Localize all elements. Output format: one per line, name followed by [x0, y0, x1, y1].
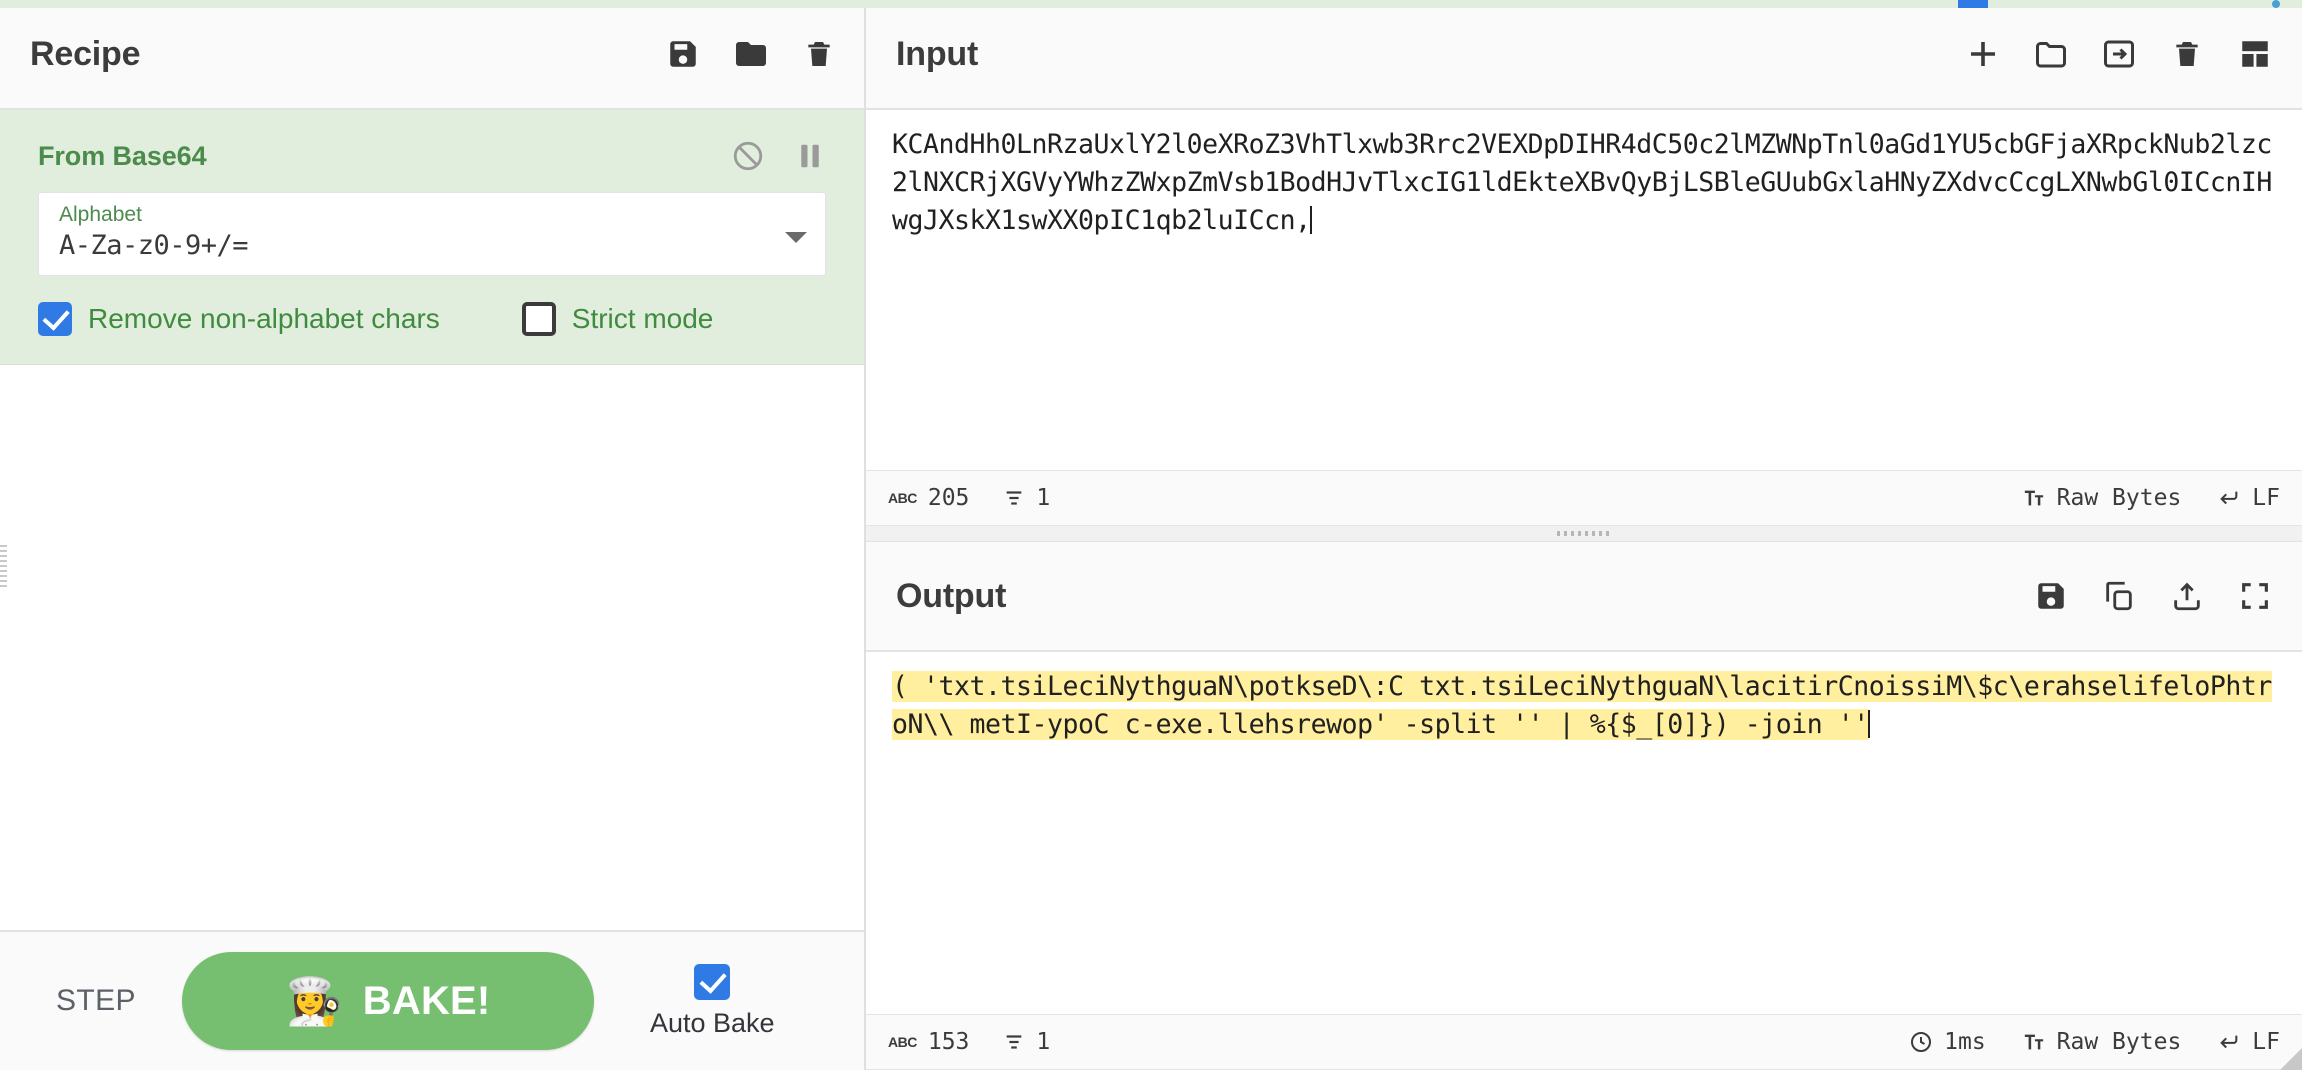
alphabet-field[interactable]: Alphabet A-Za-z0-9+/= [38, 192, 826, 276]
open-folder-as-input-icon[interactable] [2032, 35, 2070, 73]
input-status-right: Raw Bytes LF [1986, 485, 2280, 511]
bake-time-icon [1909, 1030, 1933, 1054]
load-recipe-icon[interactable] [732, 35, 770, 73]
input-length-group: ABC 205 [888, 485, 969, 511]
input-length-value: 205 [927, 485, 970, 511]
resize-corner[interactable] [2280, 1048, 2302, 1070]
output-lines-group: 1 [1003, 1029, 1050, 1055]
add-input-tab-icon[interactable] [1964, 35, 2002, 73]
input-encoding-value: Raw Bytes [2056, 485, 2182, 511]
alphabet-value[interactable]: A-Za-z0-9+/= [59, 230, 771, 261]
active-tab-indicator [1958, 0, 1988, 8]
auto-bake-checkbox[interactable]: Auto Bake [649, 963, 775, 1039]
clear-input-icon[interactable] [2168, 35, 2206, 73]
io-splitter[interactable] [866, 526, 2302, 542]
maximise-output-icon[interactable] [2236, 577, 2274, 615]
reset-pane-layout-icon[interactable] [2236, 35, 2274, 73]
line-ending-icon [2217, 487, 2241, 509]
character-count-icon: ABC [888, 1034, 917, 1050]
output-timing-group: 1ms [1909, 1029, 1986, 1055]
clear-recipe-icon[interactable] [800, 35, 838, 73]
output-eol-group[interactable]: LF [2217, 1029, 2280, 1055]
line-count-icon [1003, 1031, 1025, 1053]
output-lines-value: 1 [1036, 1029, 1051, 1055]
operation-name: From Base64 [38, 140, 207, 171]
output-cursor [1867, 710, 1870, 738]
line-ending-icon [2217, 1031, 2241, 1053]
io-pane: Input KCAndHh0LnRzaUxlY2l0eXRoZ3VhTlxwb3… [866, 0, 2302, 1070]
recipe-pane: Recipe From Base64 Alphabet A-Za-z0-9+/=… [0, 0, 866, 1070]
output-section: Output ( 'txt.tsiLeciNythguaN\potkseD\:C… [866, 542, 2302, 1070]
auto-bake-label: Auto Bake [649, 1007, 775, 1038]
pane-resize-grip[interactable] [0, 545, 7, 587]
save-recipe-icon[interactable] [664, 35, 702, 73]
strict-mode-checkbox[interactable]: Strict mode [521, 302, 714, 336]
info-icon[interactable] [2272, 0, 2280, 8]
character-encoding-icon [2022, 487, 2046, 509]
bake-button-label: BAKE! [362, 978, 491, 1023]
input-editor[interactable]: KCAndHh0LnRzaUxlY2l0eXRoZ3VhTlxwb3Rrc2VE… [866, 110, 2302, 470]
input-text[interactable]: KCAndHh0LnRzaUxlY2l0eXRoZ3VhTlxwb3Rrc2VE… [892, 126, 2280, 240]
output-timing-value: 1ms [1944, 1029, 1986, 1055]
output-length-group: ABC 153 [888, 1029, 969, 1055]
strict-mode-label: Strict mode [571, 303, 714, 334]
output-header: Output [866, 542, 2302, 652]
recipe-operation-list[interactable]: From Base64 Alphabet A-Za-z0-9+/= Remove… [0, 110, 864, 930]
input-text-value: KCAndHh0LnRzaUxlY2l0eXRoZ3VhTlxwb3Rrc2VE… [892, 129, 2272, 236]
copy-output-icon[interactable] [2100, 577, 2138, 615]
output-header-icons [2032, 577, 2274, 615]
disable-operation-icon[interactable] [728, 136, 768, 176]
window-top-strip [0, 0, 2302, 8]
output-status-right: 1ms Raw Bytes LF [1873, 1029, 2280, 1055]
pause-breakpoint-icon[interactable] [790, 136, 830, 176]
input-section: Input KCAndHh0LnRzaUxlY2l0eXRoZ3VhTlxwb3… [866, 0, 2302, 542]
output-encoding-group[interactable]: Raw Bytes [2022, 1029, 2182, 1055]
alphabet-label: Alphabet [59, 202, 142, 226]
input-encoding-group[interactable]: Raw Bytes [2022, 485, 2182, 511]
output-length-value: 153 [927, 1029, 970, 1055]
input-lines-group: 1 [1003, 485, 1050, 511]
line-count-icon [1003, 487, 1025, 509]
input-header-icons [1964, 35, 2274, 73]
operation-from-base64[interactable]: From Base64 Alphabet A-Za-z0-9+/= Remove… [0, 110, 864, 365]
bake-controls: STEP 👩‍🍳 BAKE! Auto Bake [0, 930, 864, 1070]
operation-arguments: Alphabet A-Za-z0-9+/= [0, 192, 864, 276]
operation-title-row: From Base64 [0, 110, 864, 192]
input-eol-group[interactable]: LF [2217, 485, 2280, 511]
input-eol-value: LF [2252, 485, 2280, 511]
output-title: Output [896, 576, 1007, 615]
input-header: Input [866, 0, 2302, 110]
character-count-icon: ABC [888, 490, 917, 506]
output-text[interactable]: ( 'txt.tsiLeciNythguaN\potkseD\:C txt.ts… [892, 668, 2280, 744]
checkbox-box[interactable] [38, 302, 72, 336]
save-output-icon[interactable] [2032, 577, 2070, 615]
output-text-value: ( 'txt.tsiLeciNythguaN\potkseD\:C txt.ts… [892, 671, 2272, 740]
cyberchef-app: Recipe From Base64 Alphabet A-Za-z0-9+/=… [0, 0, 2302, 1070]
output-eol-value: LF [2252, 1029, 2280, 1055]
chef-icon: 👩‍🍳 [285, 975, 343, 1027]
replace-input-with-output-icon[interactable] [2168, 577, 2206, 615]
character-encoding-icon [2022, 1031, 2046, 1053]
input-title: Input [896, 34, 979, 73]
recipe-header: Recipe [0, 0, 864, 110]
recipe-header-icons [664, 35, 838, 73]
text-cursor [1309, 206, 1312, 234]
checkbox-box[interactable] [694, 963, 731, 1000]
output-encoding-value: Raw Bytes [2056, 1029, 2182, 1055]
operation-checkboxes: Remove non-alphabet chars Strict mode [0, 276, 864, 336]
bake-button[interactable]: 👩‍🍳 BAKE! [181, 952, 594, 1050]
splitter-grip [1557, 531, 1611, 536]
output-editor[interactable]: ( 'txt.tsiLeciNythguaN\potkseD\:C txt.ts… [866, 652, 2302, 1014]
output-status-bar: ABC 153 1 1ms Raw Bytes LF [866, 1014, 2302, 1070]
remove-non-alphabet-chars-checkbox[interactable]: Remove non-alphabet chars [38, 302, 440, 336]
step-button[interactable]: STEP [56, 984, 136, 1018]
input-lines-value: 1 [1036, 485, 1051, 511]
remove-non-alphabet-chars-label: Remove non-alphabet chars [88, 303, 440, 334]
chevron-down-icon[interactable] [785, 232, 807, 243]
input-status-bar: ABC 205 1 Raw Bytes LF [866, 470, 2302, 526]
checkbox-box[interactable] [521, 302, 556, 336]
open-file-as-input-icon[interactable] [2100, 35, 2138, 73]
recipe-title: Recipe [30, 34, 141, 73]
